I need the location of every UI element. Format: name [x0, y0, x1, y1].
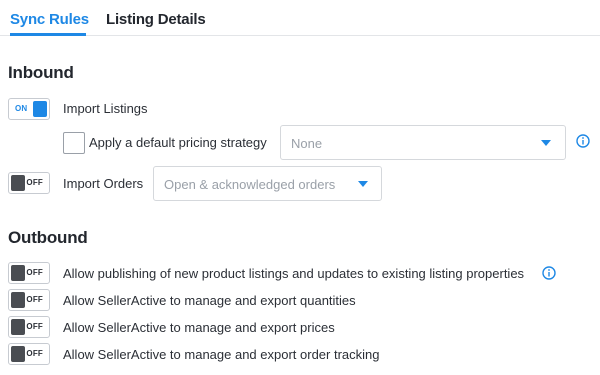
default-pricing-label: Apply a default pricing strategy: [89, 135, 267, 150]
chevron-down-icon: [541, 140, 551, 146]
info-icon[interactable]: [576, 134, 590, 148]
import-orders-value: Open & acknowledged orders: [164, 177, 336, 192]
inbound-section-title: Inbound: [8, 63, 74, 82]
toggle-knob: [11, 292, 25, 308]
export-quantities-toggle[interactable]: OFF: [8, 289, 50, 311]
chevron-down-icon: [358, 181, 368, 187]
toggle-state-label: OFF: [26, 322, 43, 331]
import-listings-toggle[interactable]: ON: [8, 98, 50, 120]
default-pricing-checkbox[interactable]: [63, 132, 85, 154]
publish-listings-label: Allow publishing of new product listings…: [63, 266, 525, 281]
toggle-knob: [11, 175, 25, 191]
toggle-state-label: OFF: [26, 178, 43, 187]
import-orders-toggle[interactable]: OFF: [8, 172, 50, 194]
pricing-strategy-value: None: [291, 136, 323, 151]
tab-listing-details[interactable]: Listing Details: [106, 11, 206, 28]
export-order-tracking-label: Allow SellerActive to manage and export …: [63, 347, 380, 362]
outbound-section-title: Outbound: [8, 228, 88, 247]
publish-listings-toggle[interactable]: OFF: [8, 262, 50, 284]
export-prices-toggle[interactable]: OFF: [8, 316, 50, 338]
toggle-knob: [11, 265, 25, 281]
export-quantities-label: Allow SellerActive to manage and export …: [63, 293, 356, 308]
tab-bar: Sync Rules Listing Details: [0, 0, 600, 36]
toggle-state-label: ON: [15, 104, 28, 113]
toggle-state-label: OFF: [26, 349, 43, 358]
toggle-state-label: OFF: [26, 268, 43, 277]
info-icon[interactable]: [542, 266, 556, 280]
toggle-knob: [33, 101, 47, 117]
export-order-tracking-toggle[interactable]: OFF: [8, 343, 50, 365]
toggle-knob: [11, 319, 25, 335]
active-tab-indicator: [10, 33, 86, 36]
tab-sync-rules[interactable]: Sync Rules: [10, 11, 89, 28]
import-orders-select[interactable]: Open & acknowledged orders: [153, 166, 382, 201]
import-orders-label: Import Orders: [63, 176, 144, 191]
pricing-strategy-select[interactable]: None: [280, 125, 566, 160]
toggle-knob: [11, 346, 25, 362]
export-prices-label: Allow SellerActive to manage and export …: [63, 320, 335, 335]
toggle-state-label: OFF: [26, 295, 43, 304]
import-listings-label: Import Listings: [63, 101, 148, 116]
